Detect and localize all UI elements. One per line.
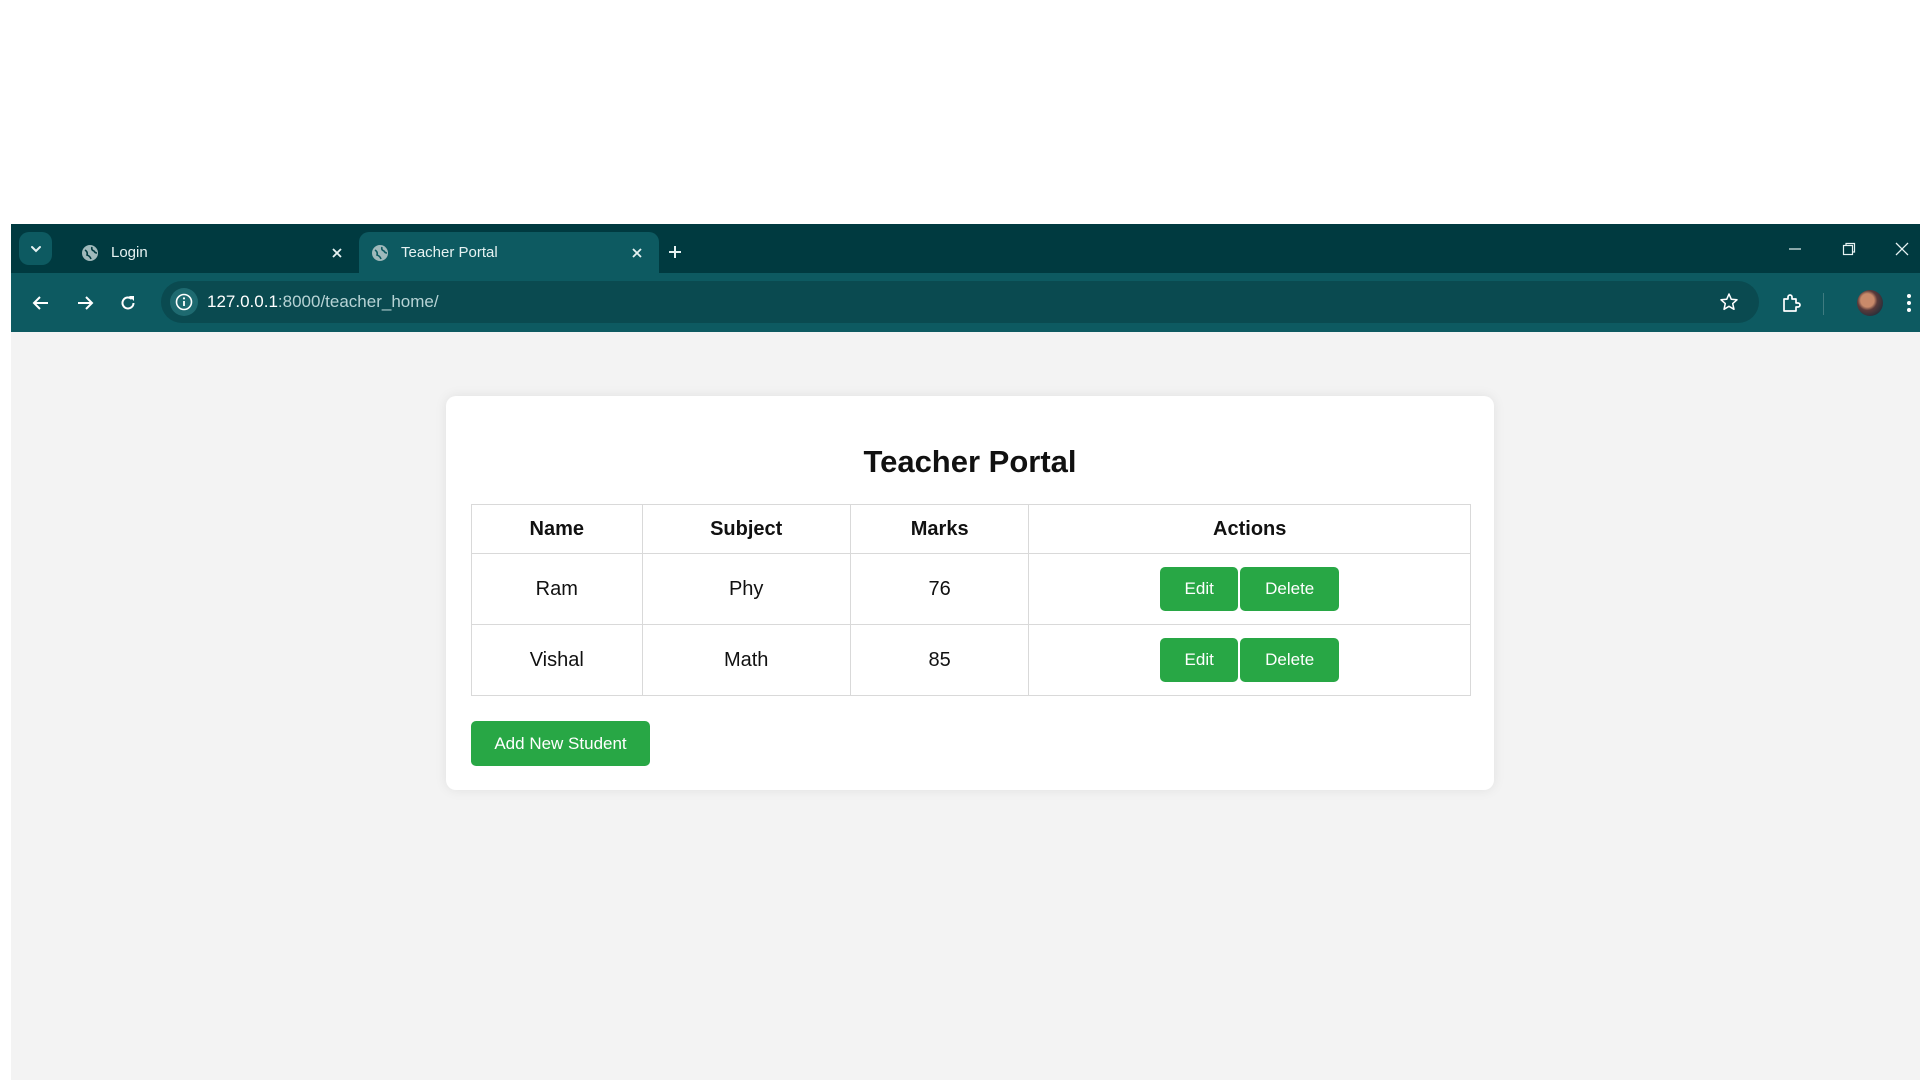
address-bar[interactable]: 127.0.0.1:8000/teacher_home/ [161,281,1759,323]
tab-strip: Login Teacher Portal [11,224,1920,273]
url-path: :8000/teacher_home/ [277,292,439,311]
edit-button[interactable]: Edit [1160,567,1239,611]
column-header-name: Name [471,504,643,554]
edit-button[interactable]: Edit [1160,638,1239,682]
site-info-button[interactable] [170,288,198,316]
column-header-subject: Subject [641,504,851,554]
student-marks: 85 [849,624,1030,696]
minimize-icon [1789,248,1801,250]
tab-login[interactable]: Login [69,232,359,273]
restore-icon [1842,242,1856,256]
page-title: Teacher Portal [863,444,1077,479]
restore-button[interactable] [1834,234,1864,264]
info-icon [175,293,193,311]
page-viewport: Teacher Portal Name Subject Marks Action… [11,332,1920,1080]
globe-icon [81,244,99,262]
back-button[interactable] [25,287,57,319]
star-icon [1720,293,1738,311]
reload-icon [121,296,135,310]
portal-card: Teacher Portal Name Subject Marks Action… [446,396,1494,790]
chevron-down-icon [30,245,41,252]
column-header-actions: Actions [1028,504,1471,554]
student-subject: Math [641,624,851,696]
close-icon[interactable] [323,239,351,267]
delete-button[interactable]: Delete [1240,638,1340,682]
students-table: Name Subject Marks Actions Ram Phy 76 Ed… [471,504,1471,696]
student-name: Ram [471,553,643,625]
column-header-marks: Marks [849,504,1030,554]
reload-button[interactable] [112,287,144,319]
arrow-left-icon [32,296,48,310]
add-new-student-button[interactable]: Add New Student [471,721,650,766]
student-marks: 76 [849,553,1030,625]
close-icon[interactable] [623,239,651,267]
arrow-right-icon [78,296,94,310]
close-icon [1895,242,1909,256]
browser-window: Login Teacher Portal 127.0.0.1:8000/teac… [11,224,1920,1080]
url-text[interactable]: 127.0.0.1:8000/teacher_home/ [207,292,439,312]
new-tab-button[interactable] [661,238,689,266]
row-actions: Edit Delete [1028,624,1471,696]
extensions-button[interactable] [1775,287,1807,319]
browser-toolbar: 127.0.0.1:8000/teacher_home/ [11,273,1920,332]
globe-icon [371,244,389,262]
table-row: Ram Phy 76 Edit Delete [471,553,1471,625]
student-subject: Phy [641,553,851,625]
tab-title: Teacher Portal [401,244,498,261]
profile-avatar[interactable] [1857,290,1883,316]
tab-teacher-portal[interactable]: Teacher Portal [359,232,659,273]
table-header-row: Name Subject Marks Actions [471,504,1471,554]
minimize-button[interactable] [1780,234,1810,264]
puzzle-icon [1783,294,1801,312]
browser-menu-button[interactable] [1899,287,1919,319]
toolbar-divider [1823,293,1824,315]
tab-title: Login [111,244,148,261]
more-vertical-icon [1907,294,1911,312]
url-host: 127.0.0.1 [207,292,278,311]
delete-button[interactable]: Delete [1240,567,1340,611]
student-name: Vishal [471,624,643,696]
plus-icon [669,246,681,258]
row-actions: Edit Delete [1028,553,1471,625]
table-row: Vishal Math 85 Edit Delete [471,624,1471,696]
forward-button[interactable] [69,287,101,319]
tab-search-button[interactable] [19,232,52,265]
window-close-button[interactable] [1887,234,1917,264]
bookmark-button[interactable] [1717,290,1741,314]
